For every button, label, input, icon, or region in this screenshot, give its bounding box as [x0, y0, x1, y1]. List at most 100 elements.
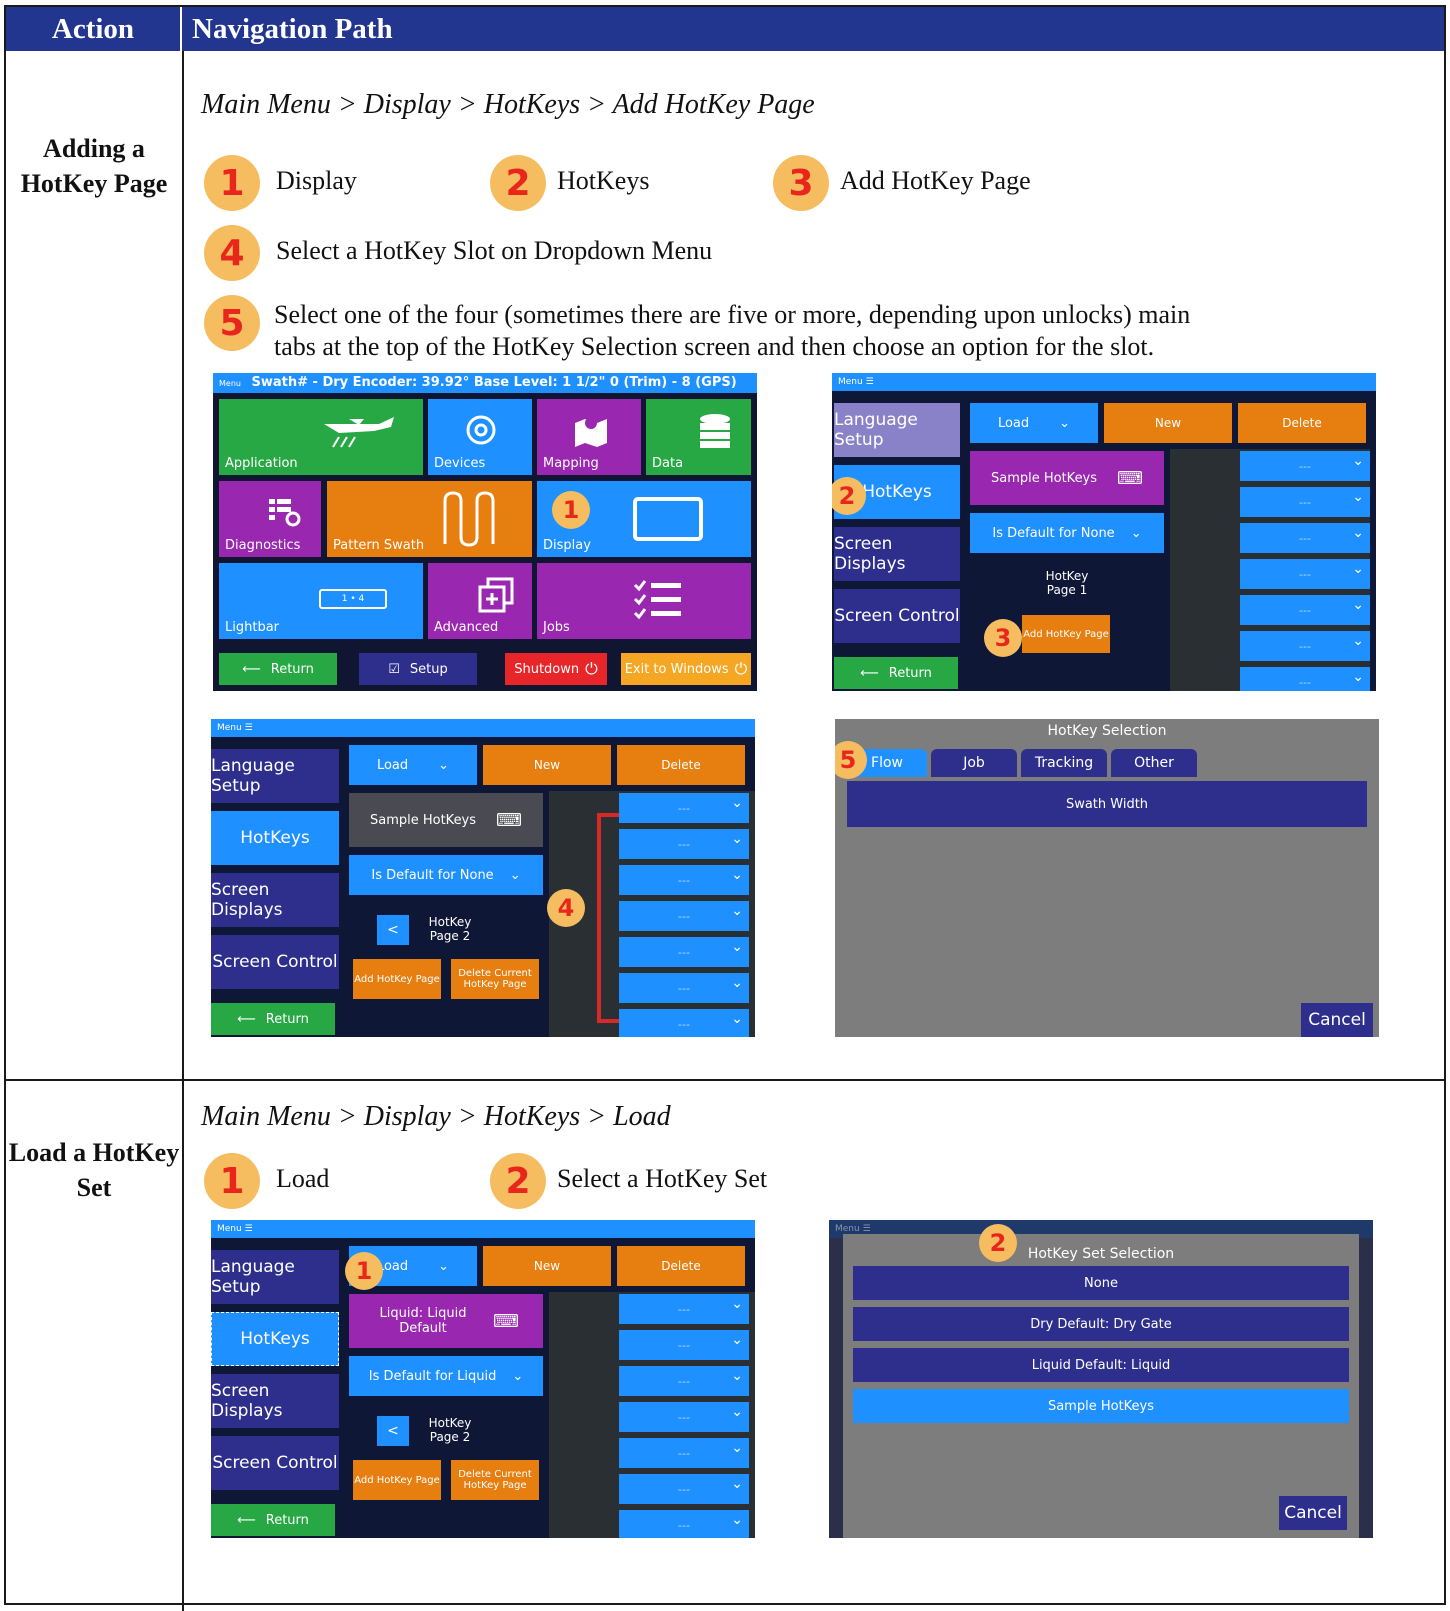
shutdown-button[interactable]: Shutdown ⏻ [505, 653, 607, 685]
delete-button[interactable]: Delete [617, 1246, 745, 1286]
delete-button[interactable]: Delete [617, 745, 745, 785]
tile-label: Application [225, 456, 298, 471]
page-indicator: HotKey Page 2 [428, 1416, 472, 1444]
menu-button[interactable]: Menu [217, 1224, 242, 1234]
return-button[interactable]: ⟵ Return [211, 1504, 335, 1536]
row-divider [6, 1079, 1444, 1081]
default-dropdown[interactable]: Is Default for None ⌄ [970, 513, 1164, 553]
tab-job[interactable]: Job [931, 749, 1017, 777]
return-button[interactable]: ⟵ Return [211, 1003, 335, 1035]
add-page-button[interactable]: Add HotKey Page [353, 959, 441, 999]
hotkey-set-name[interactable]: Liquid: Liquid Default ⌨ [349, 1294, 543, 1348]
new-button[interactable]: New [483, 745, 611, 785]
dropdown-label: Is Default for Liquid [368, 1368, 497, 1384]
sidebar-item-screen-control[interactable]: Screen Control [834, 589, 960, 643]
set-option-none[interactable]: None [853, 1266, 1349, 1300]
tile-devices[interactable]: Devices [428, 399, 532, 475]
hotkey-slot[interactable]: --- [619, 829, 749, 859]
tile-pattern-swath[interactable]: Pattern Swath [327, 481, 532, 557]
hotkey-slot[interactable]: --- [619, 1294, 749, 1324]
tile-data[interactable]: Data [646, 399, 751, 475]
menu-button[interactable]: Menu [217, 723, 242, 733]
hotkey-slot[interactable]: --- [1240, 559, 1370, 589]
hotkey-slot[interactable]: --- [1240, 523, 1370, 553]
dialog-title: HotKey Set Selection [1027, 1246, 1175, 1262]
add-page-button[interactable]: Add HotKey Page [353, 1460, 441, 1500]
step-badge-1: 1 [204, 155, 260, 211]
tile-diagnostics[interactable]: Diagnostics [219, 481, 321, 557]
add-page-button[interactable]: Add HotKey Page [1022, 615, 1110, 653]
hotkey-slot[interactable]: --- [619, 1366, 749, 1396]
hotkey-slot[interactable]: --- [1240, 631, 1370, 661]
previous-page-button[interactable]: < [377, 1416, 409, 1446]
cancel-button[interactable]: Cancel [1279, 1496, 1347, 1530]
sidebar-item-hotkeys[interactable]: HotKeys [211, 811, 339, 865]
hotkey-slot[interactable]: --- [619, 1402, 749, 1432]
sidebar-item-language[interactable]: Language Setup [211, 1250, 339, 1304]
monitor-icon [633, 497, 703, 541]
hotkey-slot[interactable]: --- [1240, 487, 1370, 517]
hotkey-set-name[interactable]: Sample HotKeys ⌨ [970, 451, 1164, 505]
tile-mapping[interactable]: Mapping [537, 399, 641, 475]
chevron-down-icon: ⌄ [512, 1368, 524, 1384]
dropdown-label: Is Default for None [992, 525, 1115, 541]
default-dropdown[interactable]: Is Default for None ⌄ [349, 855, 543, 895]
tile-application[interactable]: Application [219, 399, 423, 475]
checklist-icon [633, 580, 681, 620]
sidebar-item-screen-displays[interactable]: Screen Displays [211, 873, 339, 927]
set-option-sample-hotkeys[interactable]: Sample HotKeys [853, 1389, 1349, 1423]
option-swath-width[interactable]: Swath Width [847, 781, 1367, 827]
instruction-table: Action Navigation Path Adding a HotKey P… [4, 5, 1446, 1611]
hotkey-slot[interactable]: --- [619, 937, 749, 967]
tile-label: Display [543, 538, 591, 553]
menu-button[interactable]: Menu [219, 379, 241, 388]
sidebar-item-screen-displays[interactable]: Screen Displays [211, 1374, 339, 1428]
return-button[interactable]: ⟵ Return [219, 653, 337, 685]
sidebar-item-screen-control[interactable]: Screen Control [211, 935, 339, 989]
hotkey-slot[interactable]: --- [1240, 595, 1370, 625]
setup-button[interactable]: ☑ Setup [359, 653, 477, 685]
hotkey-slot[interactable]: --- [1240, 667, 1370, 691]
new-button[interactable]: New [1104, 403, 1232, 443]
set-option-dry-default[interactable]: Dry Default: Dry Gate [853, 1307, 1349, 1341]
tab-other[interactable]: Other [1111, 749, 1197, 777]
sidebar-item-language[interactable]: Language Setup [211, 749, 339, 803]
new-button[interactable]: New [483, 1246, 611, 1286]
set-option-liquid-default[interactable]: Liquid Default: Liquid [853, 1348, 1349, 1382]
sidebar-item-language[interactable]: Language Setup [834, 403, 960, 457]
hotkey-slot[interactable]: --- [1240, 451, 1370, 481]
hotkey-slot[interactable]: --- [619, 901, 749, 931]
hotkey-slot[interactable]: --- [619, 973, 749, 1003]
return-button[interactable]: ⟵ Return [834, 657, 958, 689]
delete-button[interactable]: Delete [1238, 403, 1366, 443]
hotkey-slot[interactable]: --- [619, 1474, 749, 1504]
hotkey-set-name[interactable]: Sample HotKeys ⌨ [349, 793, 543, 847]
step-badge-2: 2 [490, 1153, 546, 1209]
delete-page-button[interactable]: Delete Current HotKey Page [451, 1460, 539, 1500]
menu-button: Menu [835, 1224, 860, 1234]
dropdown-label: Is Default for None [371, 867, 494, 883]
previous-page-button[interactable]: < [377, 915, 409, 945]
tile-advanced[interactable]: Advanced [428, 563, 532, 639]
sidebar-item-screen-displays[interactable]: Screen Displays [834, 527, 960, 581]
hotkey-slot[interactable]: --- [619, 1438, 749, 1468]
cancel-button[interactable]: Cancel [1301, 1003, 1373, 1037]
tile-jobs[interactable]: Jobs [537, 563, 751, 639]
tile-lightbar[interactable]: 1 • 4 Lightbar [219, 563, 423, 639]
exit-windows-button[interactable]: Exit to Windows ⏻ [621, 653, 751, 685]
load-dropdown[interactable]: Load ⌄ [349, 745, 477, 785]
delete-page-button[interactable]: Delete Current HotKey Page [451, 959, 539, 999]
hotkey-slot[interactable]: --- [619, 1330, 749, 1360]
hotkey-slot[interactable]: --- [619, 1510, 749, 1538]
menu-button[interactable]: Menu [838, 377, 863, 387]
hotkey-slot[interactable]: --- [619, 793, 749, 823]
airplane-icon [324, 417, 394, 448]
sidebar-item-screen-control[interactable]: Screen Control [211, 1436, 339, 1490]
tab-tracking[interactable]: Tracking [1021, 749, 1107, 777]
sidebar-item-hotkeys[interactable]: HotKeys [211, 1312, 339, 1366]
hotkey-slot[interactable]: --- [619, 1009, 749, 1037]
hotkey-slot[interactable]: --- [619, 865, 749, 895]
load-dropdown[interactable]: Load ⌄ [970, 403, 1098, 443]
default-dropdown[interactable]: Is Default for Liquid ⌄ [349, 1356, 543, 1396]
diagnostics-icon [269, 499, 301, 527]
